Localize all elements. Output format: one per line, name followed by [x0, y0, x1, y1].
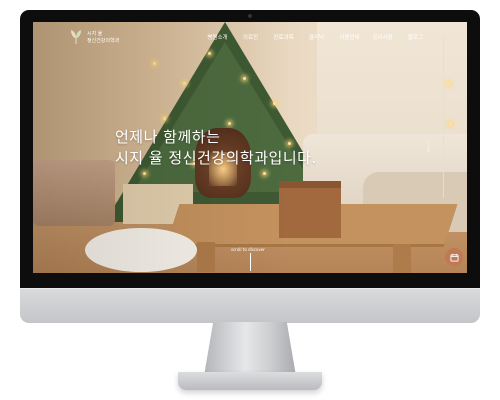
main-nav: 병원소개 의료진 진료과목 클리닉 이용안내 공지사항 블로그	[201, 33, 432, 41]
calendar-icon	[449, 253, 459, 262]
nav-item-about[interactable]: 병원소개	[201, 33, 234, 41]
monitor-stand-base	[178, 372, 322, 390]
side-scroll-label: scroll	[426, 142, 431, 153]
nav-item-blog[interactable]: 블로그	[399, 33, 432, 41]
hero-line-2: 시지 율 정신건강의학과입니다.	[115, 149, 317, 167]
side-progress-line	[443, 38, 444, 198]
website-screen: 시지 율 정신건강의학과 병원소개 의료진 진료과목 클리닉 이용안내 공지사항…	[33, 22, 467, 273]
nav-item-clinic[interactable]: 클리닉	[300, 33, 333, 41]
monitor-chin	[20, 288, 480, 323]
nav-item-departments[interactable]: 진료과목	[267, 33, 300, 41]
hero-text: 언제나 함께하는 시지 율 정신건강의학과입니다.	[115, 127, 317, 169]
site-header: 시지 율 정신건강의학과 병원소개 의료진 진료과목 클리닉 이용안내 공지사항…	[33, 22, 467, 48]
hero-line-1: 언제나 함께하는	[115, 128, 221, 146]
nav-item-doctors[interactable]: 의료진	[234, 33, 267, 41]
scroll-indicator-line	[250, 253, 251, 271]
nav-item-guide[interactable]: 이용안내	[333, 33, 366, 41]
leaf-logo-icon	[71, 30, 81, 44]
camera-dot	[248, 14, 252, 18]
nav-item-notice[interactable]: 공지사항	[366, 33, 399, 41]
scroll-indicator-label[interactable]: scroll to discover	[231, 247, 265, 252]
reservation-button[interactable]	[445, 248, 463, 266]
logo-subtitle: 정신건강의학과	[87, 38, 120, 44]
monitor-stand	[204, 322, 296, 376]
logo-name: 시지 율	[87, 31, 103, 37]
